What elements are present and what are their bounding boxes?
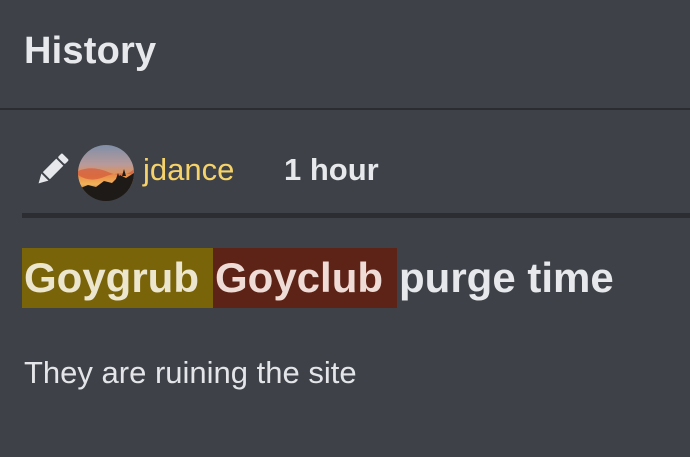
revision-time: 1 hour	[284, 152, 379, 187]
post-body: They are ruining the site	[24, 355, 357, 390]
diff-added-text: Goyclub	[213, 248, 398, 308]
diff-unchanged-text: purge time	[399, 254, 614, 301]
avatar[interactable]	[78, 145, 134, 201]
page-title: History	[24, 30, 157, 72]
dialog-header: History	[0, 0, 690, 110]
revision-meta: jdance 1 hour	[30, 142, 690, 202]
history-dialog: History jdance 1 hour Goygrub Goyclub pu…	[0, 0, 690, 457]
username-link[interactable]: jdance	[143, 152, 234, 188]
pencil-icon	[38, 153, 69, 184]
divider	[22, 213, 690, 218]
diff-removed-text: Goygrub	[22, 248, 213, 308]
title-diff: Goygrub Goyclub purge time	[22, 248, 614, 310]
